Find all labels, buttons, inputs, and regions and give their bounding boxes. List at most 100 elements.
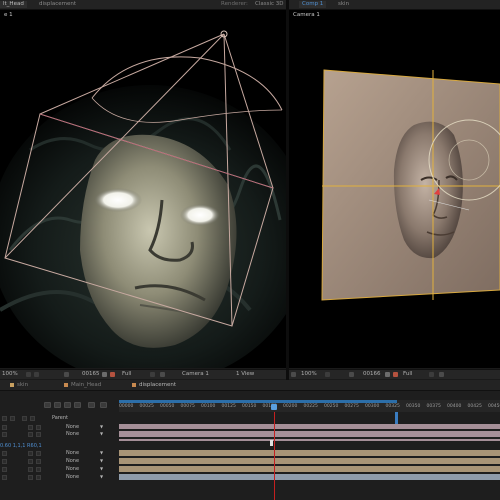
visibility-toggle-icon[interactable] [2,425,7,430]
timeline-tab-3[interactable]: displacement [132,382,176,388]
ruler-tick-label: 00350 [406,404,421,409]
chevron-down-icon[interactable]: ▼ [100,424,103,429]
chevron-down-icon[interactable]: ▼ [100,474,103,479]
left-view-layout-menu[interactable]: 1 View [236,371,254,378]
left-roi-icon[interactable] [150,372,155,377]
chevron-down-icon[interactable]: ▼ [100,466,103,471]
draft-3d-icon[interactable] [54,402,61,408]
motion-blur-icon[interactable] [88,402,95,408]
quality-switch-icon[interactable] [36,425,41,430]
graph-editor-icon[interactable] [100,402,107,408]
shy-switch-icon[interactable] [28,459,33,464]
frame-blending-icon[interactable] [74,402,81,408]
ruler-tick-label: 00300 [365,404,380,409]
layer-bar-tan-3[interactable] [119,466,500,472]
layer-row[interactable]: None ▼ [0,466,118,473]
timeline-tab-1[interactable]: skin [10,382,28,388]
left-viewer-scene [0,10,286,368]
left-resolution-menu[interactable]: Full [122,371,131,378]
left-transparency-icon[interactable] [160,372,165,377]
right-composition-viewer[interactable]: Camera 1 [289,10,500,368]
shy-switch-icon[interactable] [28,425,33,430]
right-resolution-menu[interactable]: Full [403,371,412,378]
quality-switch-icon[interactable] [36,475,41,480]
quality-switch-icon[interactable] [36,459,41,464]
right-roi-icon[interactable] [429,372,434,377]
layer-bar-tan-2[interactable] [119,458,500,464]
layer-bar-tan-1[interactable] [119,450,500,456]
layer-row[interactable]: None ▼ [0,458,118,465]
left-grid-icon[interactable] [26,372,31,377]
comp-mini-flowchart-icon[interactable] [44,402,51,408]
right-preview-icon[interactable] [291,372,296,377]
tab-left-2[interactable]: displacement [36,1,79,8]
chevron-down-icon[interactable]: ▼ [100,458,103,463]
parent-dropdown[interactable]: None [66,458,79,464]
parent-dropdown[interactable]: None [66,431,79,437]
chevron-down-icon[interactable]: ▼ [100,450,103,455]
current-time-indicator-line[interactable] [274,412,275,500]
parent-dropdown[interactable]: None [66,450,79,456]
layer-row[interactable]: None ▼ [0,450,118,457]
left-zoom-menu[interactable]: 100% [2,371,18,378]
quality-switch-icon[interactable] [36,451,41,456]
ruler-tick-label: 00000 [119,404,134,409]
shy-switch-icon[interactable] [28,432,33,437]
right-color-channels-icon[interactable] [393,372,398,377]
left-composition-viewer[interactable]: e 1 [0,10,286,368]
quality-switch-icon[interactable] [36,432,41,437]
timeline-tab-1-label: skin [17,382,29,388]
visibility-toggle-icon[interactable] [2,475,7,480]
hide-shy-layers-icon[interactable] [64,402,71,408]
left-camera-icon[interactable] [102,372,107,377]
shy-switch-icon[interactable] [28,475,33,480]
shy-switch-icon[interactable] [28,451,33,456]
time-ruler[interactable]: 00000 00025 00050 00075 00100 00125 00150 00175… [119,400,500,412]
right-viewer-toolbar: 100% 00166 Full [289,369,500,379]
renderer-value[interactable]: Classic 3D [252,1,287,8]
current-time-indicator-handle[interactable] [271,404,277,410]
keyframe-diamond[interactable] [270,440,273,446]
parent-dropdown[interactable]: None [66,466,79,472]
right-grid-icon[interactable] [325,372,330,377]
visibility-toggle-icon[interactable] [2,451,7,456]
right-transparency-icon[interactable] [439,372,444,377]
tab-left-1[interactable]: lt_Head [0,1,27,8]
tab-right-2[interactable]: skin [335,1,352,8]
lock-column-icon[interactable] [2,416,7,421]
work-area-bar[interactable] [119,400,397,403]
visibility-toggle-icon[interactable] [2,459,7,464]
layer-bar-pink-2[interactable] [119,431,500,437]
fx-column-icon[interactable] [30,416,35,421]
layer-row[interactable]: None ▼ [0,431,118,438]
left-timecode[interactable]: 00165 [82,371,100,378]
parent-dropdown[interactable]: None [66,424,79,430]
layer-bar-pink-1[interactable] [119,424,500,429]
timeline-tab-3-label: displacement [139,382,177,388]
solo-column-icon[interactable] [10,416,15,421]
quality-switch-icon[interactable] [36,467,41,472]
timeline-tab-2[interactable]: Main_Head [64,382,101,388]
right-timecode[interactable]: 00166 [363,371,381,378]
left-region-icon[interactable] [34,372,39,377]
layer-header-row: Parent [0,415,118,422]
right-camera-icon[interactable] [385,372,390,377]
visibility-toggle-icon[interactable] [2,432,7,437]
right-zoom-menu[interactable]: 100% [301,371,317,378]
visibility-toggle-icon[interactable] [2,467,7,472]
shy-switch-icon[interactable] [28,467,33,472]
layer-row[interactable]: None ▼ [0,424,118,431]
layer-bar-pink-3[interactable] [119,439,500,441]
chevron-down-icon[interactable]: ▼ [100,431,103,436]
left-color-channels-icon[interactable] [110,372,115,377]
switches-column-icon[interactable] [22,416,27,421]
parent-dropdown[interactable]: None [66,474,79,480]
layer-row[interactable]: None ▼ [0,474,118,481]
left-snapshot-icon[interactable] [64,372,69,377]
layer-bar-blue[interactable] [119,474,500,480]
ruler-tick-label: 00400 [447,404,462,409]
tab-right-1[interactable]: Comp 1 [299,1,327,8]
right-snapshot-icon[interactable] [349,372,354,377]
work-area-end-marker[interactable] [395,412,398,424]
left-camera-menu[interactable]: Camera 1 [182,371,209,378]
